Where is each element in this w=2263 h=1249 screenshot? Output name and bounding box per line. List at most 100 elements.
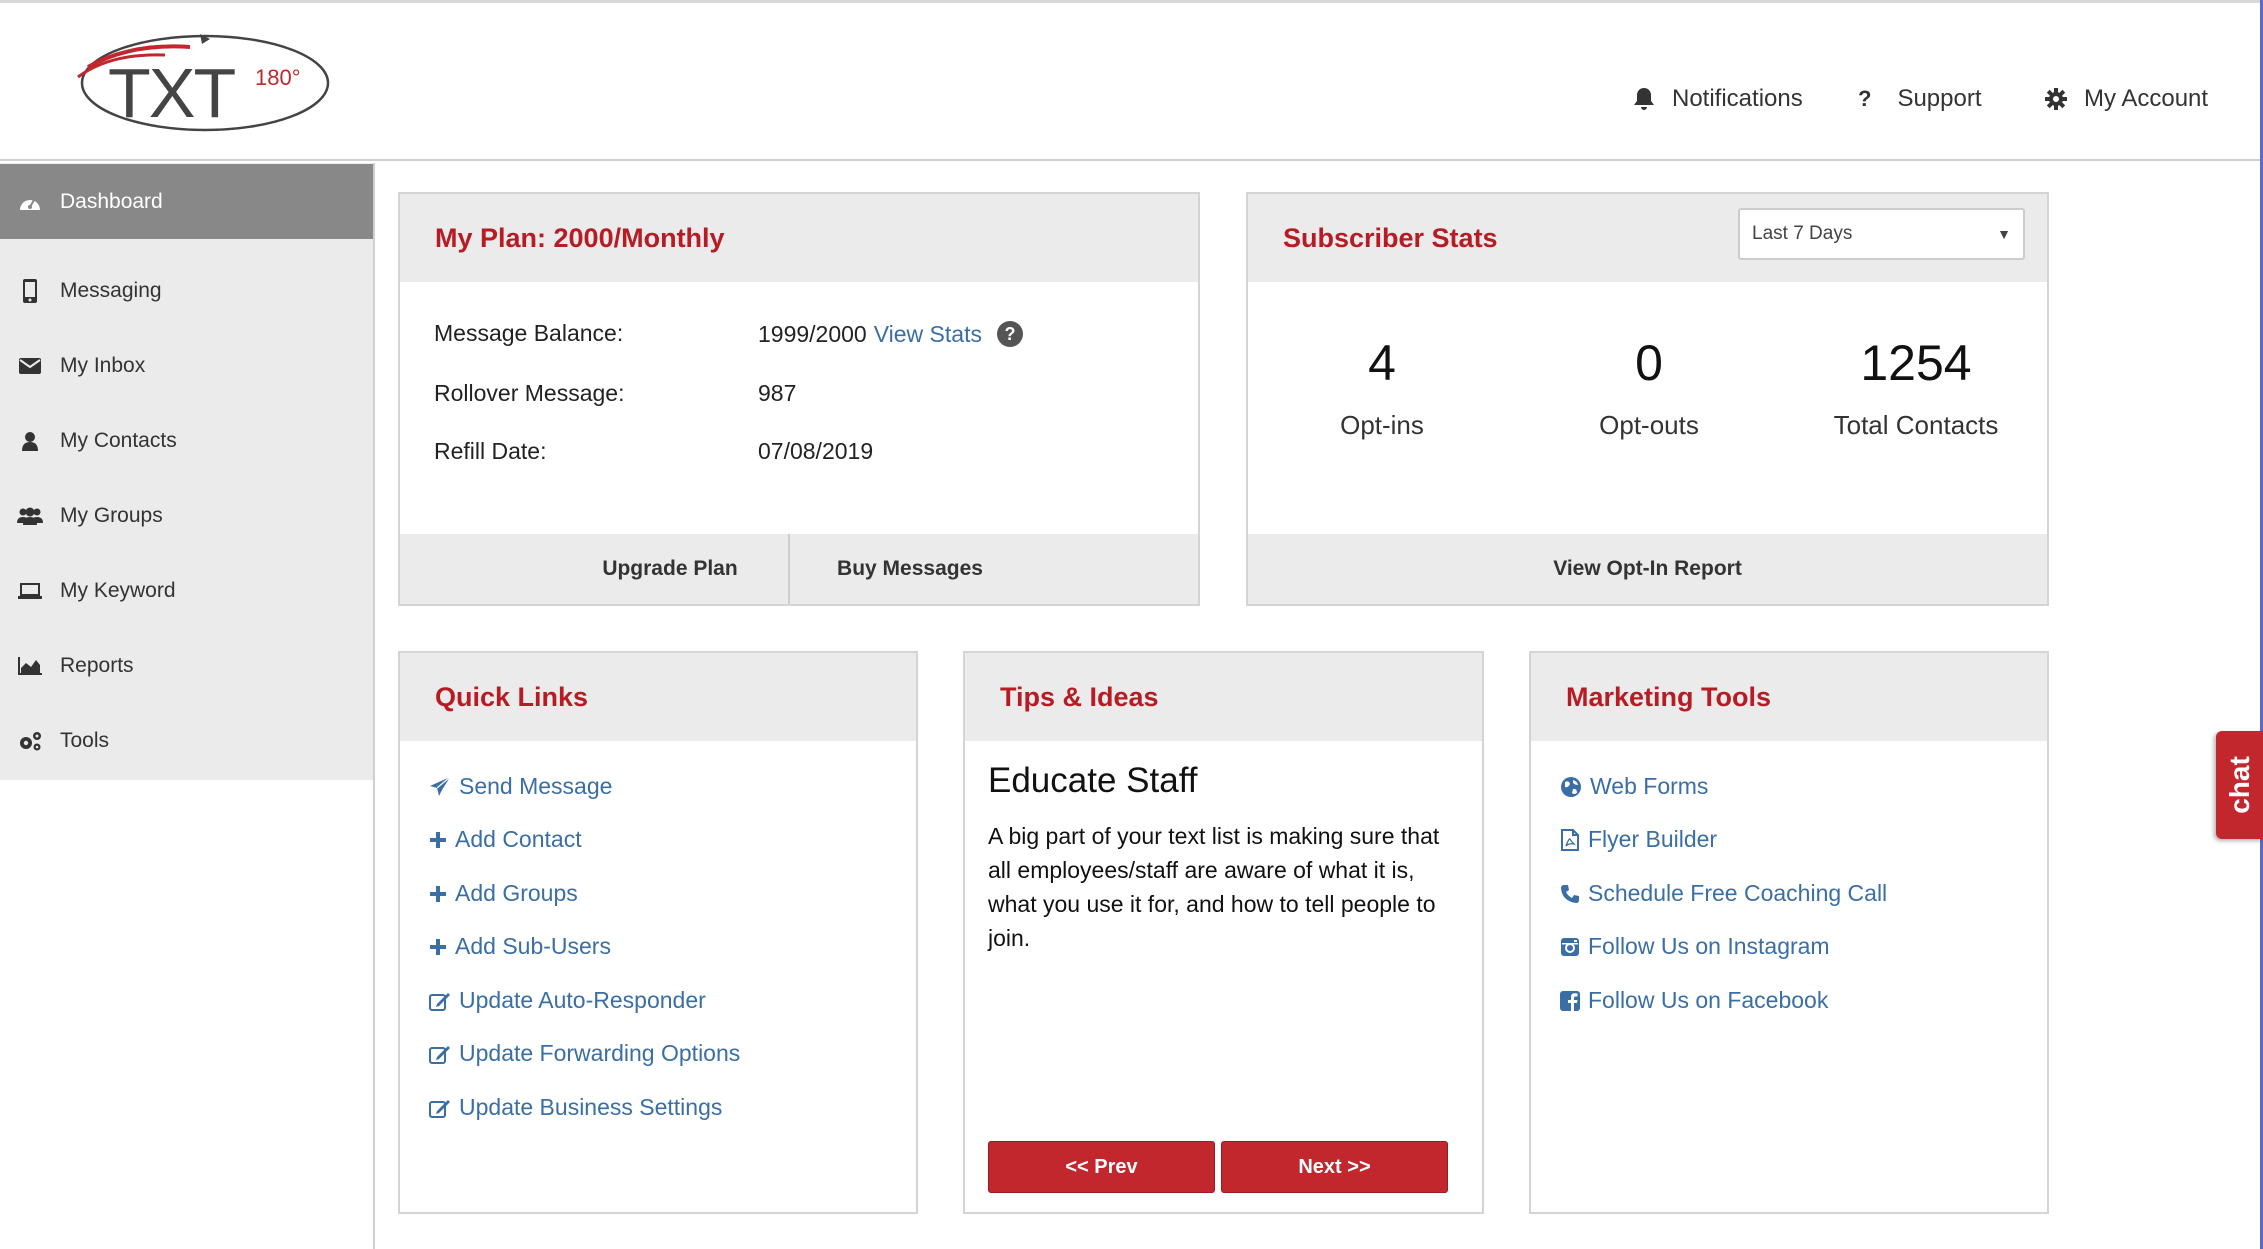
link-label: Update Auto-Responder bbox=[459, 987, 706, 1013]
add-contact-link[interactable]: Add Contact bbox=[429, 826, 582, 853]
message-balance-count: 1999/2000 bbox=[758, 320, 867, 347]
sidebar-item-label: Reports bbox=[60, 653, 134, 677]
gear-icon bbox=[2045, 88, 2067, 110]
flyer-builder-link[interactable]: Flyer Builder bbox=[1560, 826, 1717, 853]
notifications-link[interactable]: Notifications bbox=[1632, 85, 1803, 113]
support-label: Support bbox=[1897, 85, 1982, 112]
sidebar-item-label: Dashboard bbox=[60, 189, 163, 213]
paper-plane-icon bbox=[430, 776, 451, 796]
dashboard-icon bbox=[0, 192, 60, 212]
total-contacts-stat: 1254 Total Contacts bbox=[1786, 334, 2046, 441]
total-contacts-label: Total Contacts bbox=[1833, 410, 1999, 440]
upgrade-plan-button[interactable]: Upgrade Plan bbox=[550, 534, 790, 604]
rollover-value: 987 bbox=[758, 380, 797, 406]
sidebar-item-messaging[interactable]: Messaging bbox=[0, 253, 373, 328]
tip-body: A big part of your text list is making s… bbox=[988, 823, 1440, 951]
instagram-icon bbox=[1561, 937, 1579, 956]
txt180-logo[interactable]: TXT 180° bbox=[70, 25, 340, 145]
bell-icon bbox=[1634, 88, 1654, 110]
user-icon bbox=[0, 431, 60, 451]
plus-icon bbox=[430, 831, 446, 848]
facebook-icon bbox=[1560, 990, 1580, 1011]
link-label: Add Sub-Users bbox=[455, 933, 611, 959]
sidebar: Dashboard Messaging My Inbox My Contacts… bbox=[0, 163, 375, 1249]
subscriber-stats-panel: Subscriber Stats Last 7 Days ▼ 4 Opt-ins… bbox=[1246, 192, 2049, 606]
chat-tab[interactable]: chat bbox=[2216, 731, 2263, 839]
add-groups-link[interactable]: Add Groups bbox=[429, 880, 578, 907]
svg-text:?: ? bbox=[1004, 324, 1015, 344]
opt-ins-count: 4 bbox=[1368, 335, 1396, 391]
sidebar-item-inbox[interactable]: My Inbox bbox=[0, 328, 373, 403]
schedule-coaching-call-link[interactable]: Schedule Free Coaching Call bbox=[1560, 880, 1887, 907]
sidebar-menu: Dashboard Messaging My Inbox My Contacts… bbox=[0, 163, 373, 780]
opt-outs-stat: 0 Opt-outs bbox=[1519, 334, 1779, 441]
app-header: TXT 180° Notifications ? Support My Acco… bbox=[0, 3, 2260, 161]
view-opt-in-report-button[interactable]: View Opt-In Report bbox=[1248, 534, 2047, 604]
sidebar-item-label: My Inbox bbox=[60, 353, 146, 377]
link-label: Update Forwarding Options bbox=[459, 1040, 741, 1066]
sidebar-item-label: My Contacts bbox=[60, 428, 177, 452]
opt-outs-count: 0 bbox=[1635, 335, 1663, 391]
sidebar-item-label: Messaging bbox=[60, 278, 162, 302]
users-icon bbox=[0, 507, 60, 525]
cogs-icon bbox=[0, 730, 60, 752]
sidebar-item-label: Tools bbox=[60, 728, 110, 752]
my-plan-footer: Upgrade Plan Buy Messages bbox=[400, 534, 1198, 604]
my-account-link[interactable]: My Account bbox=[2044, 85, 2208, 113]
sidebar-item-label: My Keyword bbox=[60, 578, 176, 602]
date-range-select[interactable]: Last 7 Days ▼ bbox=[1738, 208, 2025, 260]
add-sub-users-link[interactable]: Add Sub-Users bbox=[429, 933, 611, 960]
link-label: Add Contact bbox=[455, 826, 582, 852]
link-label: Schedule Free Coaching Call bbox=[1588, 880, 1888, 906]
logo-superscript: 180° bbox=[255, 65, 301, 90]
message-balance-value: 1999/2000 View Stats ? bbox=[758, 320, 1024, 348]
pdf-file-icon bbox=[1561, 828, 1579, 851]
sidebar-item-reports[interactable]: Reports bbox=[0, 628, 373, 703]
link-label: Follow Us on Instagram bbox=[1588, 933, 1830, 959]
sidebar-item-label: My Groups bbox=[60, 503, 163, 527]
support-link[interactable]: ? Support bbox=[1858, 85, 1982, 113]
tips-ideas-title: Tips & Ideas bbox=[965, 653, 1482, 741]
web-forms-link[interactable]: Web Forms bbox=[1560, 773, 1708, 800]
sidebar-item-keyword[interactable]: My Keyword bbox=[0, 553, 373, 628]
send-message-link[interactable]: Send Message bbox=[429, 773, 612, 800]
quick-links-panel: Quick Links Send Message Add Contact Add… bbox=[398, 651, 918, 1214]
update-forwarding-options-link[interactable]: Update Forwarding Options bbox=[429, 1040, 740, 1067]
date-range-value: Last 7 Days bbox=[1752, 223, 1853, 244]
my-account-label: My Account bbox=[2084, 85, 2209, 112]
link-label: Web Forms bbox=[1590, 773, 1709, 799]
total-contacts-count: 1254 bbox=[1860, 335, 1972, 391]
area-chart-icon bbox=[0, 656, 60, 675]
buy-messages-button[interactable]: Buy Messages bbox=[790, 534, 1030, 604]
update-auto-responder-link[interactable]: Update Auto-Responder bbox=[429, 987, 706, 1014]
sidebar-item-tools[interactable]: Tools bbox=[0, 703, 373, 778]
globe-icon bbox=[1561, 776, 1581, 797]
tips-ideas-panel: Tips & Ideas Educate Staff A big part of… bbox=[963, 651, 1484, 1214]
refill-date-value: 07/08/2019 bbox=[758, 438, 874, 464]
edit-icon bbox=[429, 1045, 450, 1064]
chat-label: chat bbox=[2223, 756, 2255, 814]
my-plan-title: My Plan: 2000/Monthly bbox=[400, 194, 1198, 282]
prev-tip-button[interactable]: << Prev bbox=[988, 1141, 1215, 1193]
notifications-label: Notifications bbox=[1672, 85, 1803, 112]
sidebar-item-groups[interactable]: My Groups bbox=[0, 478, 373, 553]
sidebar-item-contacts[interactable]: My Contacts bbox=[0, 403, 373, 478]
view-stats-link[interactable]: View Stats bbox=[874, 321, 982, 348]
instagram-link[interactable]: Follow Us on Instagram bbox=[1560, 933, 1830, 960]
next-tip-button[interactable]: Next >> bbox=[1221, 1141, 1448, 1193]
plus-icon bbox=[430, 938, 446, 955]
edit-icon bbox=[429, 1099, 450, 1118]
marketing-tools-panel: Marketing Tools Web Forms Flyer Builder … bbox=[1529, 651, 2049, 1214]
help-icon[interactable]: ? bbox=[996, 320, 1024, 348]
link-label: Follow Us on Facebook bbox=[1588, 987, 1829, 1013]
edit-icon bbox=[429, 992, 450, 1011]
link-label: Add Groups bbox=[455, 880, 578, 906]
phone-icon bbox=[1561, 884, 1579, 903]
update-business-settings-link[interactable]: Update Business Settings bbox=[429, 1094, 722, 1121]
refill-date-label: Refill Date: bbox=[434, 438, 547, 464]
opt-ins-stat: 4 Opt-ins bbox=[1252, 334, 1512, 441]
envelope-icon bbox=[0, 357, 60, 374]
link-label: Update Business Settings bbox=[459, 1094, 723, 1120]
facebook-link[interactable]: Follow Us on Facebook bbox=[1560, 987, 1828, 1014]
sidebar-item-dashboard[interactable]: Dashboard bbox=[0, 164, 373, 239]
